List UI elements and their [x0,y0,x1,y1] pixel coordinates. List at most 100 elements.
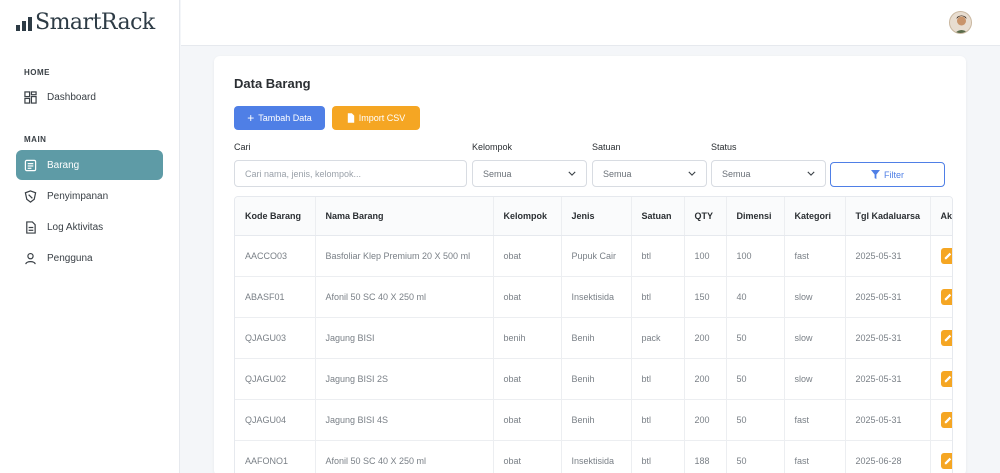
table-cell: ABASF01 [235,276,316,318]
plus-icon: + [247,111,255,125]
table-cell: Insektisida [561,440,632,473]
pencil-icon [944,375,951,382]
satuan-value: Semua [603,168,632,179]
column-header[interactable]: Jenis [561,197,632,236]
sidebar: SmartRack HOME Dashboard MAIN Barang Pen… [0,0,180,473]
sidebar-item-dashboard[interactable]: Dashboard [16,82,163,112]
filter-button[interactable]: Filter [830,162,945,187]
table-cell: 188 [684,440,727,473]
column-header[interactable]: Satuan [631,197,685,236]
table-cell: 2025-05-31 [845,276,931,318]
action-cell [930,358,952,400]
column-header[interactable]: Tgl Kadaluarsa [845,197,931,236]
table-cell: 2025-05-31 [845,235,931,277]
logo-icon [16,13,32,31]
topbar [181,0,1000,46]
sidebar-item-label: Log Aktivitas [47,221,104,233]
table-cell: btl [631,276,685,318]
table-cell: btl [631,235,685,277]
add-data-button[interactable]: + Tambah Data [234,106,325,130]
kelompok-select[interactable]: Semua [472,160,587,187]
section-label-main: MAIN [24,135,47,144]
table-cell: 150 [684,276,727,318]
edit-button[interactable] [940,247,952,264]
page-title: Data Barang [234,76,311,91]
status-select[interactable]: Semua [711,160,826,187]
table-cell: Benih [561,317,632,359]
edit-button[interactable] [940,411,952,428]
table-cell: btl [631,358,685,400]
pencil-icon [944,416,951,423]
kelompok-value: Semua [483,168,512,179]
table-cell: obat [493,399,562,441]
table-cell: QJAGU04 [235,399,316,441]
table-body: AACCO03 Basfoliar Klep Premium 20 X 500 m… [235,235,952,473]
table-cell: Benih [561,399,632,441]
satuan-select[interactable]: Semua [592,160,707,187]
table-cell: slow [784,358,846,400]
list-icon [24,159,37,171]
table-row[interactable]: AACCO03 Basfoliar Klep Premium 20 X 500 m… [235,235,952,277]
column-header[interactable]: Kode Barang [235,197,316,236]
table-row[interactable]: QJAGU03 Jagung BISI benih Benih pack 200 50 slo… [235,317,952,359]
column-header[interactable]: Dimensi [726,197,785,236]
search-input[interactable]: Cari nama, jenis, kelompok... [234,160,467,187]
add-data-label: Tambah Data [258,113,312,123]
edit-button[interactable] [940,370,952,387]
table-cell: 100 [684,235,727,277]
table-cell: 100 [726,235,785,277]
filter-label: Filter [884,169,904,180]
table-cell: 200 [684,399,727,441]
column-header[interactable]: Nama Barang [315,197,494,236]
table-cell: obat [493,276,562,318]
import-csv-label: Import CSV [358,113,406,123]
table-row[interactable]: ABASF01 Afonil 50 SC 40 X 250 ml obat Insek… [235,276,952,318]
import-csv-button[interactable]: Import CSV [332,106,420,130]
table-cell: 50 [726,399,785,441]
app-name: SmartRack [35,10,155,35]
kelompok-label: Kelompok [472,142,513,152]
edit-button[interactable] [940,452,952,469]
pencil-icon [944,252,951,259]
sidebar-item-label: Barang [47,159,80,171]
column-header[interactable]: Kategori [784,197,846,236]
data-table: Kode Barang Nama Barang Kelompok Jenis Satua… [235,197,952,473]
edit-button[interactable] [940,329,952,346]
edit-button[interactable] [940,288,952,305]
sidebar-item-log-aktivitas[interactable]: Log Aktivitas [16,212,163,242]
data-barang-card: Data Barang + Tambah Data Import CSV Car… [214,56,966,473]
app-logo[interactable]: SmartRack [16,10,155,35]
action-cell [930,317,952,359]
status-label: Status [711,142,737,152]
table-cell: QJAGU03 [235,317,316,359]
table-cell: 2025-05-31 [845,358,931,400]
sidebar-item-pengguna[interactable]: Pengguna [16,243,163,273]
table-cell: 2025-05-31 [845,399,931,441]
table-cell: 50 [726,358,785,400]
satuan-label: Satuan [592,142,621,152]
pencil-icon [944,334,951,341]
table-row[interactable]: QJAGU04 Jagung BISI 4S obat Benih btl 200 50 fa… [235,399,952,441]
table-row[interactable]: QJAGU02 Jagung BISI 2S obat Benih btl 200 50 sl… [235,358,952,400]
table-cell: AAFONO1 [235,440,316,473]
table-cell: obat [493,235,562,277]
avatar[interactable] [949,11,972,34]
table-cell: btl [631,440,685,473]
search-label: Cari [234,142,251,152]
sidebar-item-barang[interactable]: Barang [16,150,163,180]
data-table-container[interactable]: Kode Barang Nama Barang Kelompok Jenis Satua… [234,196,953,473]
table-cell: benih [493,317,562,359]
column-header[interactable]: Kelompok [493,197,562,236]
chevron-down-icon [807,171,815,176]
table-cell: Jagung BISI 4S [315,399,494,441]
table-cell: Basfoliar Klep Premium 20 X 500 ml [315,235,494,277]
table-cell: Afonil 50 SC 40 X 250 ml [315,276,494,318]
table-cell: Jagung BISI 2S [315,358,494,400]
sidebar-item-penyimpanan[interactable]: Penyimpanan [16,181,163,211]
column-header[interactable]: Aksi [930,197,952,236]
filter-icon [871,170,880,179]
shield-icon [24,189,37,203]
column-header[interactable]: QTY [684,197,727,236]
table-row[interactable]: AAFONO1 Afonil 50 SC 40 X 250 ml obat Insek… [235,440,952,473]
sidebar-item-label: Dashboard [47,91,96,103]
